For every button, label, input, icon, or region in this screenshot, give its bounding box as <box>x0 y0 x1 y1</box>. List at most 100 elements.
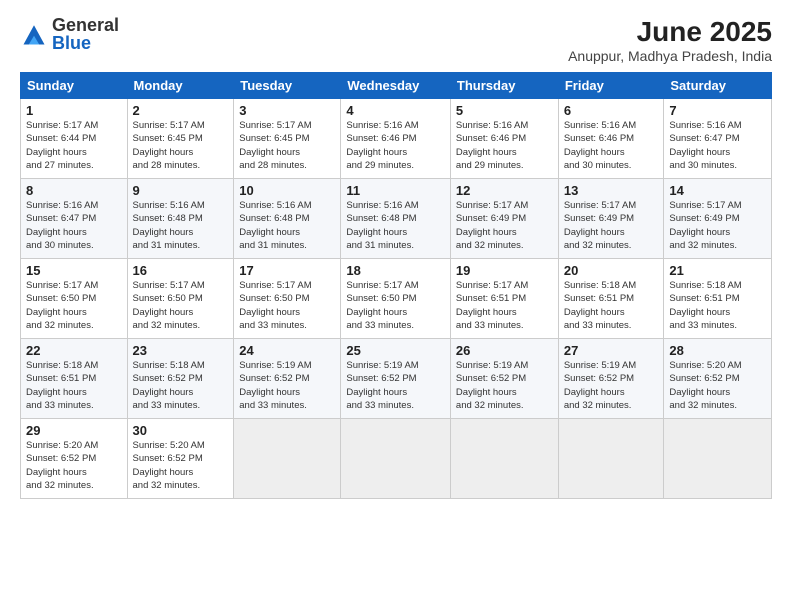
table-row: 14 Sunrise: 5:17 AM Sunset: 6:49 PM Dayl… <box>664 179 772 259</box>
table-row <box>234 419 341 499</box>
day-number: 3 <box>239 103 335 118</box>
day-number: 19 <box>456 263 553 278</box>
day-number: 23 <box>133 343 229 358</box>
calendar-row: 1 Sunrise: 5:17 AM Sunset: 6:44 PM Dayli… <box>21 99 772 179</box>
weekday-sunday: Sunday <box>21 73 128 99</box>
weekday-saturday: Saturday <box>664 73 772 99</box>
table-row: 20 Sunrise: 5:18 AM Sunset: 6:51 PM Dayl… <box>558 259 664 339</box>
table-row: 30 Sunrise: 5:20 AM Sunset: 6:52 PM Dayl… <box>127 419 234 499</box>
table-row: 23 Sunrise: 5:18 AM Sunset: 6:52 PM Dayl… <box>127 339 234 419</box>
table-row <box>341 419 451 499</box>
table-row: 28 Sunrise: 5:20 AM Sunset: 6:52 PM Dayl… <box>664 339 772 419</box>
day-number: 12 <box>456 183 553 198</box>
day-number: 4 <box>346 103 445 118</box>
weekday-thursday: Thursday <box>450 73 558 99</box>
weekday-tuesday: Tuesday <box>234 73 341 99</box>
table-row: 29 Sunrise: 5:20 AM Sunset: 6:52 PM Dayl… <box>21 419 128 499</box>
day-number: 27 <box>564 343 659 358</box>
calendar-row: 8 Sunrise: 5:16 AM Sunset: 6:47 PM Dayli… <box>21 179 772 259</box>
calendar-header-row: Sunday Monday Tuesday Wednesday Thursday… <box>21 73 772 99</box>
table-row: 25 Sunrise: 5:19 AM Sunset: 6:52 PM Dayl… <box>341 339 451 419</box>
table-row: 21 Sunrise: 5:18 AM Sunset: 6:51 PM Dayl… <box>664 259 772 339</box>
table-row: 2 Sunrise: 5:17 AM Sunset: 6:45 PM Dayli… <box>127 99 234 179</box>
table-row <box>450 419 558 499</box>
day-info: Sunrise: 5:17 AM Sunset: 6:50 PM Dayligh… <box>239 279 335 332</box>
calendar-page: General Blue June 2025 Anuppur, Madhya P… <box>0 0 792 612</box>
day-number: 22 <box>26 343 122 358</box>
day-number: 10 <box>239 183 335 198</box>
table-row: 27 Sunrise: 5:19 AM Sunset: 6:52 PM Dayl… <box>558 339 664 419</box>
logo: General Blue <box>20 16 119 52</box>
day-number: 2 <box>133 103 229 118</box>
day-number: 6 <box>564 103 659 118</box>
day-number: 9 <box>133 183 229 198</box>
day-number: 17 <box>239 263 335 278</box>
table-row: 12 Sunrise: 5:17 AM Sunset: 6:49 PM Dayl… <box>450 179 558 259</box>
page-header: General Blue June 2025 Anuppur, Madhya P… <box>20 16 772 64</box>
table-row <box>664 419 772 499</box>
table-row: 3 Sunrise: 5:17 AM Sunset: 6:45 PM Dayli… <box>234 99 341 179</box>
day-info: Sunrise: 5:17 AM Sunset: 6:50 PM Dayligh… <box>26 279 122 332</box>
logo-blue-text: Blue <box>52 33 91 53</box>
weekday-monday: Monday <box>127 73 234 99</box>
day-info: Sunrise: 5:17 AM Sunset: 6:50 PM Dayligh… <box>133 279 229 332</box>
day-number: 18 <box>346 263 445 278</box>
day-info: Sunrise: 5:16 AM Sunset: 6:48 PM Dayligh… <box>133 199 229 252</box>
day-info: Sunrise: 5:20 AM Sunset: 6:52 PM Dayligh… <box>669 359 766 412</box>
day-number: 11 <box>346 183 445 198</box>
table-row: 9 Sunrise: 5:16 AM Sunset: 6:48 PM Dayli… <box>127 179 234 259</box>
table-row: 24 Sunrise: 5:19 AM Sunset: 6:52 PM Dayl… <box>234 339 341 419</box>
day-number: 1 <box>26 103 122 118</box>
day-number: 15 <box>26 263 122 278</box>
day-info: Sunrise: 5:17 AM Sunset: 6:44 PM Dayligh… <box>26 119 122 172</box>
day-info: Sunrise: 5:17 AM Sunset: 6:49 PM Dayligh… <box>456 199 553 252</box>
table-row: 5 Sunrise: 5:16 AM Sunset: 6:46 PM Dayli… <box>450 99 558 179</box>
day-info: Sunrise: 5:17 AM Sunset: 6:45 PM Dayligh… <box>239 119 335 172</box>
table-row: 13 Sunrise: 5:17 AM Sunset: 6:49 PM Dayl… <box>558 179 664 259</box>
day-number: 5 <box>456 103 553 118</box>
table-row: 22 Sunrise: 5:18 AM Sunset: 6:51 PM Dayl… <box>21 339 128 419</box>
day-number: 25 <box>346 343 445 358</box>
day-info: Sunrise: 5:16 AM Sunset: 6:48 PM Dayligh… <box>346 199 445 252</box>
day-number: 8 <box>26 183 122 198</box>
day-number: 28 <box>669 343 766 358</box>
day-info: Sunrise: 5:20 AM Sunset: 6:52 PM Dayligh… <box>26 439 122 492</box>
table-row: 11 Sunrise: 5:16 AM Sunset: 6:48 PM Dayl… <box>341 179 451 259</box>
calendar-row: 22 Sunrise: 5:18 AM Sunset: 6:51 PM Dayl… <box>21 339 772 419</box>
table-row: 19 Sunrise: 5:17 AM Sunset: 6:51 PM Dayl… <box>450 259 558 339</box>
day-info: Sunrise: 5:16 AM Sunset: 6:46 PM Dayligh… <box>564 119 659 172</box>
day-info: Sunrise: 5:18 AM Sunset: 6:52 PM Dayligh… <box>133 359 229 412</box>
day-info: Sunrise: 5:16 AM Sunset: 6:46 PM Dayligh… <box>456 119 553 172</box>
table-row: 17 Sunrise: 5:17 AM Sunset: 6:50 PM Dayl… <box>234 259 341 339</box>
day-info: Sunrise: 5:20 AM Sunset: 6:52 PM Dayligh… <box>133 439 229 492</box>
day-info: Sunrise: 5:18 AM Sunset: 6:51 PM Dayligh… <box>26 359 122 412</box>
logo-icon <box>20 20 48 48</box>
calendar-row: 15 Sunrise: 5:17 AM Sunset: 6:50 PM Dayl… <box>21 259 772 339</box>
table-row: 1 Sunrise: 5:17 AM Sunset: 6:44 PM Dayli… <box>21 99 128 179</box>
title-block: June 2025 Anuppur, Madhya Pradesh, India <box>568 16 772 64</box>
day-info: Sunrise: 5:19 AM Sunset: 6:52 PM Dayligh… <box>239 359 335 412</box>
day-info: Sunrise: 5:16 AM Sunset: 6:47 PM Dayligh… <box>669 119 766 172</box>
table-row: 6 Sunrise: 5:16 AM Sunset: 6:46 PM Dayli… <box>558 99 664 179</box>
table-row: 15 Sunrise: 5:17 AM Sunset: 6:50 PM Dayl… <box>21 259 128 339</box>
weekday-friday: Friday <box>558 73 664 99</box>
day-info: Sunrise: 5:17 AM Sunset: 6:49 PM Dayligh… <box>669 199 766 252</box>
weekday-wednesday: Wednesday <box>341 73 451 99</box>
table-row: 10 Sunrise: 5:16 AM Sunset: 6:48 PM Dayl… <box>234 179 341 259</box>
day-info: Sunrise: 5:18 AM Sunset: 6:51 PM Dayligh… <box>564 279 659 332</box>
table-row: 16 Sunrise: 5:17 AM Sunset: 6:50 PM Dayl… <box>127 259 234 339</box>
day-info: Sunrise: 5:17 AM Sunset: 6:51 PM Dayligh… <box>456 279 553 332</box>
day-info: Sunrise: 5:17 AM Sunset: 6:50 PM Dayligh… <box>346 279 445 332</box>
day-number: 26 <box>456 343 553 358</box>
day-info: Sunrise: 5:16 AM Sunset: 6:46 PM Dayligh… <box>346 119 445 172</box>
table-row: 8 Sunrise: 5:16 AM Sunset: 6:47 PM Dayli… <box>21 179 128 259</box>
day-info: Sunrise: 5:16 AM Sunset: 6:47 PM Dayligh… <box>26 199 122 252</box>
day-number: 24 <box>239 343 335 358</box>
day-info: Sunrise: 5:16 AM Sunset: 6:48 PM Dayligh… <box>239 199 335 252</box>
table-row <box>558 419 664 499</box>
day-info: Sunrise: 5:19 AM Sunset: 6:52 PM Dayligh… <box>564 359 659 412</box>
calendar-title: June 2025 <box>568 16 772 48</box>
table-row: 7 Sunrise: 5:16 AM Sunset: 6:47 PM Dayli… <box>664 99 772 179</box>
day-info: Sunrise: 5:17 AM Sunset: 6:49 PM Dayligh… <box>564 199 659 252</box>
day-number: 30 <box>133 423 229 438</box>
